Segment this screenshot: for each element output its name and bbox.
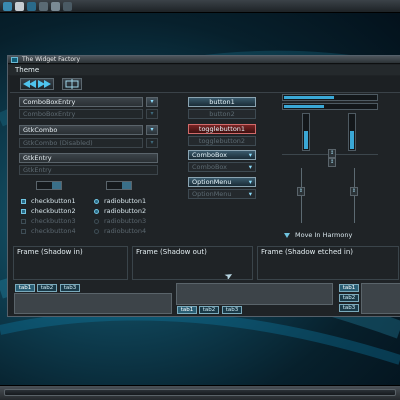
gtk-combo-dropdown[interactable]: ▾ <box>146 125 158 135</box>
checkbox-icon <box>21 198 26 204</box>
togglebutton1[interactable]: togglebutton1 <box>188 124 256 134</box>
settings-icon[interactable] <box>51 2 60 11</box>
vscale-left[interactable] <box>302 113 310 151</box>
widget-factory-window: The Widget Factory Theme ComboBoxEntry ▾… <box>7 55 400 317</box>
frame-label: Frame (Shadow out) <box>136 248 207 256</box>
vscale-left-fill <box>304 131 308 149</box>
hscale-bottom-fill <box>284 105 325 108</box>
button1[interactable]: button1 <box>188 97 256 107</box>
vpaned-handle-bottom[interactable]: ↕ <box>328 158 336 167</box>
vscale-right[interactable] <box>348 113 356 151</box>
combobox-entry-disabled-dropdown: ▾ <box>146 109 158 119</box>
radio-icon <box>94 228 99 234</box>
notebook-top-tab1[interactable]: tab1 <box>15 284 35 292</box>
hscale-bottom[interactable] <box>282 103 378 110</box>
checkbutton1[interactable]: checkbutton1 <box>21 197 76 205</box>
radio-icon <box>94 208 99 214</box>
notebook-right-page <box>361 283 400 314</box>
spin-button-left[interactable] <box>36 181 62 190</box>
combobox[interactable]: ComboBox <box>188 150 256 160</box>
hscale-top[interactable] <box>282 94 378 101</box>
files-icon[interactable] <box>63 2 72 11</box>
notebook-top-page <box>14 293 172 314</box>
notebook-bottom-tab1[interactable]: tab1 <box>177 306 197 314</box>
frame-label: Frame (Shadow in) <box>17 248 83 256</box>
checkbox-icon <box>21 228 26 234</box>
move-in-harmony-label: Move In Harmony <box>295 231 353 239</box>
gtk-combo-disabled: GtkCombo (Disabled) <box>19 138 143 148</box>
fullscreen-button[interactable] <box>62 78 82 90</box>
spin-button-right[interactable] <box>106 181 132 190</box>
menu-theme[interactable]: Theme <box>15 66 39 74</box>
frame-shadow-etched-in: Frame (Shadow etched in) <box>257 246 399 280</box>
browser-icon[interactable] <box>39 2 48 11</box>
frame-shadow-out: Frame (Shadow out) <box>132 246 253 280</box>
app-menu-icon[interactable] <box>3 2 12 11</box>
places-icon[interactable] <box>15 2 24 11</box>
notebook-right-tab3[interactable]: tab3 <box>339 304 359 312</box>
toolbar <box>10 76 400 93</box>
checkbutton3: checkbutton3 <box>21 217 76 225</box>
combobox-disabled: ComboBox <box>188 162 256 172</box>
gtk-combo-disabled-dropdown: ▾ <box>146 138 158 148</box>
button2: button2 <box>188 109 256 119</box>
back-icon <box>23 80 51 88</box>
radiobutton4: radiobutton4 <box>94 227 146 235</box>
checkbutton2[interactable]: checkbutton2 <box>21 207 76 215</box>
notebook-bottom-tab2[interactable]: tab2 <box>199 306 219 314</box>
option-menu[interactable]: OptionMenu <box>188 177 256 187</box>
checkbutton-label: checkbutton1 <box>31 197 76 205</box>
combobox-entry[interactable]: ComboBoxEntry <box>19 97 143 107</box>
checkbox-icon <box>21 208 26 214</box>
checkbutton-label: checkbutton2 <box>31 207 76 215</box>
vpaned-handle-top[interactable]: ↕ <box>328 149 336 158</box>
move-in-harmony-check[interactable]: Move In Harmony <box>284 231 352 239</box>
notebook-bottom-tab3[interactable]: tab3 <box>222 306 242 314</box>
window-icon <box>11 57 18 63</box>
checkbutton-label: checkbutton4 <box>31 227 76 235</box>
taskbar[interactable] <box>4 389 396 396</box>
gtk-entry[interactable]: GtkEntry <box>19 153 158 163</box>
menu-bar: Theme <box>8 65 400 75</box>
checkbutton4: checkbutton4 <box>21 227 76 235</box>
checkbutton-label: checkbutton3 <box>31 217 76 225</box>
top-panel <box>0 0 400 13</box>
notebook-top-tab3[interactable]: tab3 <box>60 284 80 292</box>
radiobutton-label: radiobutton1 <box>104 197 147 205</box>
expander-arrow-icon <box>284 232 290 238</box>
vrule-left-handle[interactable]: ⇕ <box>297 187 305 196</box>
window-title: The Widget Factory <box>22 56 81 63</box>
spin-knob <box>52 182 61 189</box>
gtk-combo[interactable]: GtkCombo <box>19 125 143 135</box>
notebook-top-tab2[interactable]: tab2 <box>37 284 57 292</box>
option-menu-disabled: OptionMenu <box>188 189 256 199</box>
notebook-right-tab2[interactable]: tab2 <box>339 294 359 302</box>
combobox-entry-dropdown[interactable]: ▾ <box>146 97 158 107</box>
terminal-icon[interactable] <box>27 2 36 11</box>
spin-knob <box>122 182 131 189</box>
radiobutton-label: radiobutton2 <box>104 207 147 215</box>
radiobutton3: radiobutton3 <box>94 217 146 225</box>
radio-icon <box>94 218 99 224</box>
vscale-right-fill <box>350 131 354 149</box>
frame-label: Frame (Shadow etched in) <box>261 248 354 256</box>
title-bar[interactable]: The Widget Factory <box>8 56 400 64</box>
radiobutton-label: radiobutton4 <box>104 227 147 235</box>
radiobutton2[interactable]: radiobutton2 <box>94 207 146 215</box>
combobox-entry-disabled: ComboBoxEntry <box>19 109 143 119</box>
hscale-top-fill <box>284 96 334 99</box>
radiobutton1[interactable]: radiobutton1 <box>94 197 146 205</box>
checkbox-icon <box>21 218 26 224</box>
togglebutton2: togglebutton2 <box>188 136 256 146</box>
fullscreen-icon <box>65 79 79 89</box>
radiobutton-label: radiobutton3 <box>104 217 147 225</box>
gtk-entry-disabled: GtkEntry <box>19 165 158 175</box>
notebook-right-tab1[interactable]: tab1 <box>339 284 359 292</box>
vrule-right-handle[interactable]: ⇕ <box>350 187 358 196</box>
frame-shadow-in: Frame (Shadow in) <box>13 246 128 280</box>
notebook-bottom-page <box>176 283 333 305</box>
radio-icon <box>94 198 99 204</box>
back-forward-button[interactable] <box>20 78 54 90</box>
